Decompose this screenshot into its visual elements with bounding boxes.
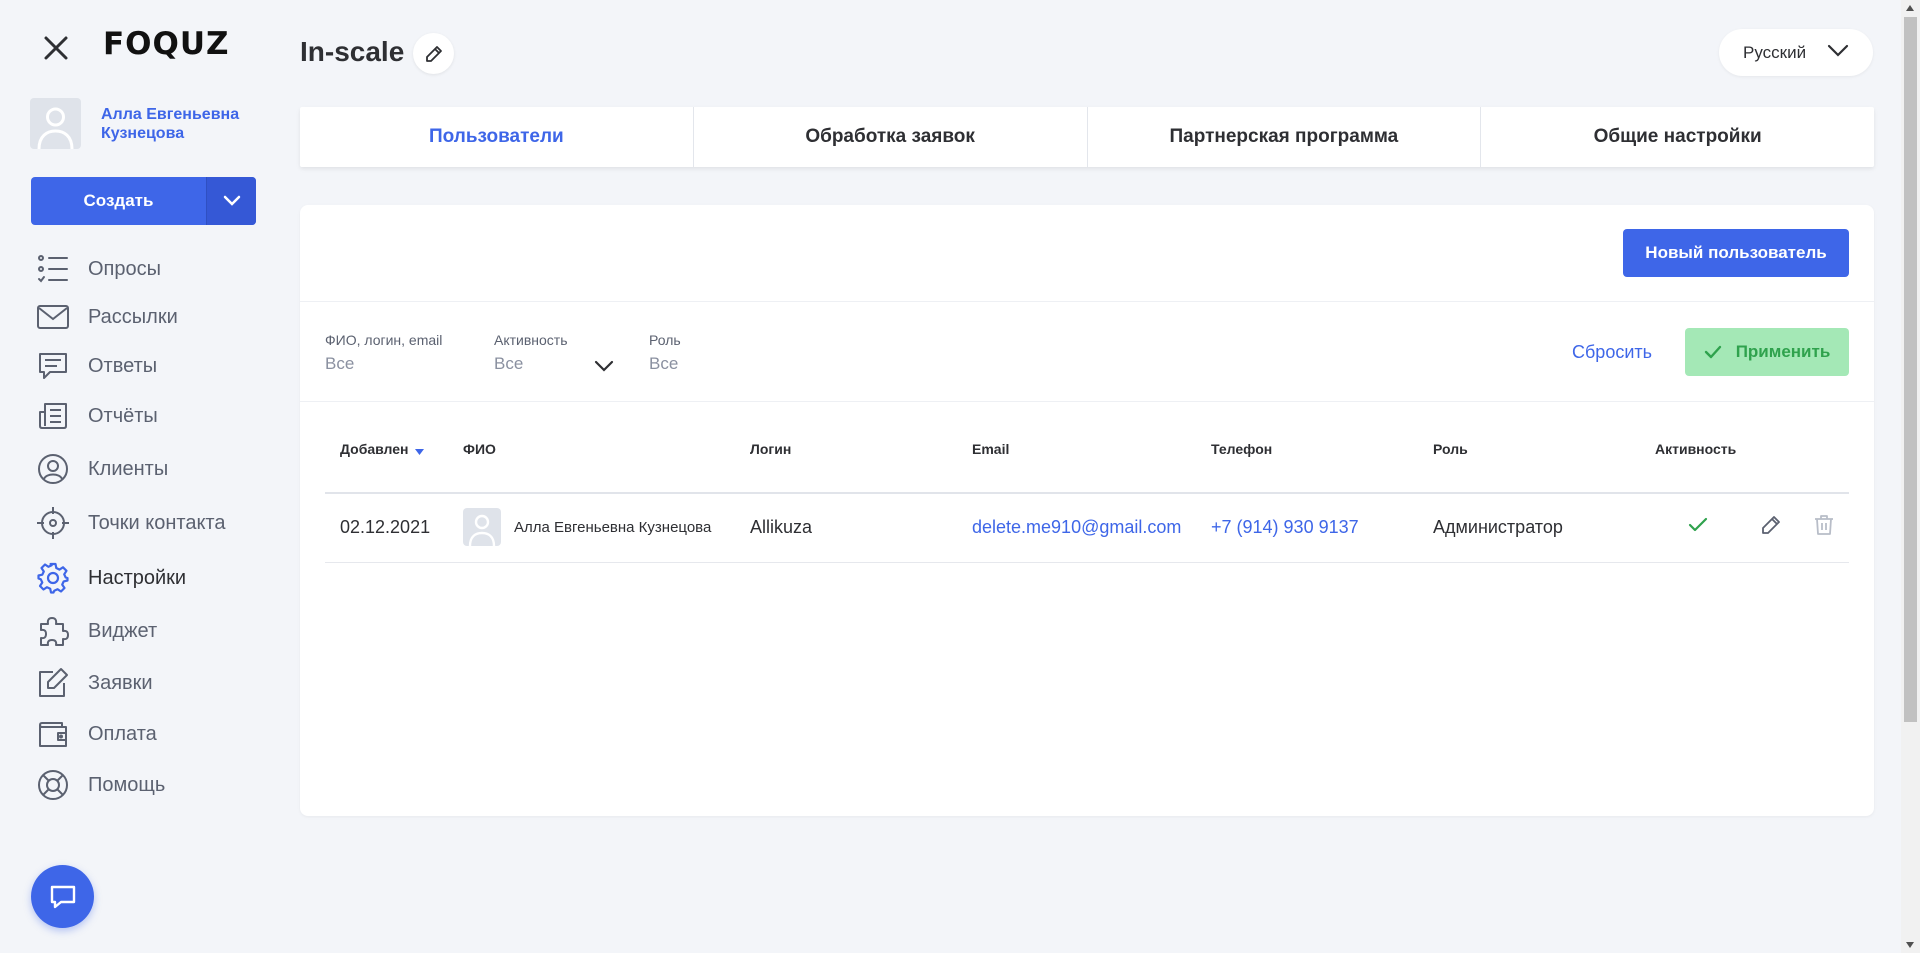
sidebar-item-label: Точки контакта	[88, 511, 226, 534]
scrollbar[interactable]	[1901, 0, 1920, 953]
cell-role: Администратор	[1433, 517, 1563, 537]
language-select-value: Русский	[1743, 42, 1807, 62]
list-check-icon	[36, 252, 70, 286]
sidebar-item-mailings[interactable]: Рассылки	[36, 300, 266, 334]
sidebar-item-label: Оплата	[88, 722, 157, 745]
column-header-activity[interactable]: Активность	[1655, 441, 1736, 457]
puzzle-icon	[36, 614, 70, 648]
column-header-name[interactable]: ФИО	[463, 441, 496, 457]
create-dropdown-toggle[interactable]	[206, 177, 256, 225]
chat-icon	[50, 885, 75, 908]
table-header-border	[325, 492, 1849, 494]
column-header-phone[interactable]: Телефон	[1211, 441, 1272, 457]
divider	[300, 401, 1874, 402]
sidebar-item-label: Помощь	[88, 773, 166, 796]
logo: FOQUZ	[103, 26, 230, 62]
tab-request-processing[interactable]: Обработка заявок	[694, 107, 1088, 167]
cell-added: 02.12.2021	[340, 517, 431, 537]
sidebar: FOQUZ Алла Евгеньевна Кузнецова Создать …	[0, 0, 280, 953]
sidebar-item-surveys[interactable]: Опросы	[36, 252, 266, 286]
tab-general-settings[interactable]: Общие настройки	[1481, 107, 1874, 167]
page-title: In-scale	[300, 36, 405, 67]
filter-activity[interactable]: Активность Все	[494, 332, 614, 374]
create-button[interactable]: Создать	[31, 177, 256, 225]
scroll-up-icon[interactable]	[1906, 5, 1914, 11]
envelope-icon	[36, 300, 70, 334]
check-icon	[1704, 345, 1721, 359]
message-icon	[36, 349, 70, 383]
close-icon[interactable]	[38, 30, 74, 66]
column-header-email[interactable]: Email	[972, 441, 1009, 457]
sidebar-item-help[interactable]: Помощь	[36, 768, 266, 802]
user-profile[interactable]: Алла Евгеньевна Кузнецова	[30, 98, 261, 149]
users-card: Новый пользователь ФИО, логин, email Все…	[300, 205, 1874, 816]
scrollbar-thumb[interactable]	[1904, 17, 1917, 722]
tab-partner-program[interactable]: Партнерская программа	[1088, 107, 1482, 167]
cell-name: Алла Евгеньевна Кузнецова	[514, 519, 712, 536]
delete-user-trash-icon[interactable]	[1813, 514, 1835, 541]
sidebar-item-label: Настройки	[88, 566, 187, 589]
sidebar-item-label: Ответы	[88, 354, 158, 377]
filter-value[interactable]: Все	[325, 354, 442, 374]
filter-label: Активность	[494, 332, 568, 348]
apply-button-label: Применить	[1735, 342, 1831, 361]
filter-value[interactable]: Все	[649, 354, 681, 374]
chat-button[interactable]	[31, 865, 94, 928]
sort-desc-icon	[414, 442, 424, 458]
language-select[interactable]: Русский	[1719, 29, 1873, 76]
new-user-button[interactable]: Новый пользователь	[1623, 229, 1849, 277]
sidebar-item-label: Виджет	[88, 619, 158, 642]
target-icon	[36, 506, 70, 540]
lifebuoy-icon	[36, 768, 70, 802]
wallet-icon	[36, 717, 70, 751]
chevron-down-icon	[223, 195, 240, 206]
sidebar-item-widget[interactable]: Виджет	[36, 614, 266, 648]
sidebar-item-reports[interactable]: Отчёты	[36, 399, 266, 433]
sidebar-item-requests[interactable]: Заявки	[36, 666, 266, 700]
edit-title-button[interactable]	[413, 33, 454, 74]
column-header-role[interactable]: Роль	[1433, 441, 1468, 457]
tab-users[interactable]: Пользователи	[300, 107, 694, 167]
apply-button[interactable]: Применить	[1685, 328, 1849, 376]
filter-value[interactable]: Все	[494, 354, 568, 374]
filter-search[interactable]: ФИО, логин, email Все	[325, 332, 442, 374]
cell-phone-link[interactable]: +7 (914) 930 9137	[1211, 517, 1359, 538]
sidebar-item-label: Опросы	[88, 257, 162, 280]
avatar	[30, 98, 81, 149]
chevron-down-icon	[1827, 44, 1849, 57]
edit-user-pencil-icon[interactable]	[1761, 515, 1781, 540]
cell-login: Allikuza	[750, 517, 813, 537]
settings-tabs: Пользователи Обработка заявок Партнерска…	[300, 107, 1874, 167]
sidebar-item-answers[interactable]: Ответы	[36, 349, 266, 383]
column-header-added[interactable]: Добавлен	[340, 441, 424, 458]
cell-email-link[interactable]: delete.me910@gmail.com	[972, 517, 1181, 538]
user-name[interactable]: Алла Евгеньевна Кузнецова	[101, 105, 261, 143]
report-icon	[36, 399, 70, 433]
sidebar-item-label: Заявки	[88, 671, 153, 694]
divider	[300, 301, 1874, 302]
active-check-icon	[1688, 517, 1708, 538]
sidebar-item-settings[interactable]: Настройки	[36, 561, 266, 595]
sidebar-item-clients[interactable]: Клиенты	[36, 452, 266, 486]
gear-icon	[36, 561, 70, 595]
column-header-login[interactable]: Логин	[750, 441, 791, 457]
reset-button[interactable]: Сбросить	[1572, 342, 1652, 363]
filter-label: Роль	[649, 332, 681, 348]
sidebar-item-touchpoints[interactable]: Точки контакта	[36, 506, 266, 540]
scroll-down-icon[interactable]	[1906, 942, 1914, 948]
filter-role[interactable]: Роль Все	[649, 332, 681, 374]
chevron-down-icon	[594, 360, 614, 372]
sidebar-item-payment[interactable]: Оплата	[36, 717, 266, 751]
create-button-label[interactable]: Создать	[31, 177, 206, 225]
table-row-border	[325, 562, 1849, 563]
sidebar-item-label: Отчёты	[88, 404, 158, 427]
avatar	[463, 508, 501, 546]
user-circle-icon	[36, 452, 70, 486]
sidebar-item-label: Рассылки	[88, 305, 178, 328]
filter-label: ФИО, логин, email	[325, 332, 443, 348]
pencil-icon	[425, 45, 442, 62]
edit-square-icon	[36, 666, 70, 700]
sidebar-item-label: Клиенты	[88, 457, 169, 480]
